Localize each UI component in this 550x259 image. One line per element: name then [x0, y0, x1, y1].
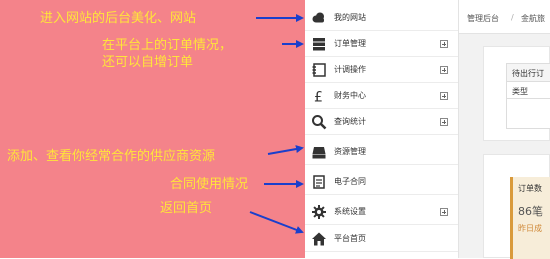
sidebar-item-statistics[interactable]: 查询统计	[305, 109, 458, 135]
order-count-value: 86笔	[518, 205, 543, 218]
notebook-icon	[312, 63, 326, 77]
annotation-contract: 合同使用情况	[170, 177, 249, 192]
sidebar-item-order-management[interactable]: 订单管理	[305, 31, 458, 57]
sidebar-item-label: 查询统计	[334, 117, 366, 126]
sidebar-item-my-site[interactable]: 我的网站	[305, 5, 458, 31]
order-count-card[interactable]: 订单数 86笔 昨日成	[510, 177, 550, 259]
breadcrumb-admin-link[interactable]: 管理后台	[467, 13, 499, 24]
database-icon	[312, 147, 326, 159]
sidebar-item-finance[interactable]: £ 财务中心	[305, 83, 458, 109]
pending-trips-table: 待出行订 类型	[506, 63, 550, 129]
server-icon	[313, 38, 325, 51]
expand-plus-icon[interactable]	[440, 66, 448, 74]
sidebar-item-resources[interactable]: 资源管理	[305, 139, 458, 165]
breadcrumb: 管理后台 / 金航旅	[459, 0, 550, 34]
annotation-orders-line2: 还可以自增订单	[102, 55, 194, 70]
sidebar-item-label: 我的网站	[334, 13, 366, 22]
contract-icon	[313, 175, 325, 189]
home-icon	[312, 232, 326, 246]
table-header-label: 待出行订	[512, 69, 544, 78]
order-count-title: 订单数	[518, 184, 542, 193]
cloud-icon	[312, 12, 324, 23]
arrow-to-resource-management	[267, 145, 304, 155]
table-row: 类型	[507, 82, 550, 99]
sidebar-item-label: 电子合同	[334, 177, 366, 186]
order-count-subtext: 昨日成	[518, 224, 542, 233]
sidebar-item-label: 资源管理	[334, 147, 366, 156]
annotation-resources: 添加、查看你经常合作的供应商资源	[7, 149, 216, 164]
search-icon	[312, 115, 327, 130]
annotation-home: 返回首页	[160, 201, 213, 216]
arrow-to-platform-home	[249, 211, 304, 234]
sidebar-item-platform-home[interactable]: 平台首页	[305, 226, 458, 252]
annotation-panel: 进入网站的后台美化、网站 在平台上的订单情况， 还可以自增订单 添加、查看你经常…	[0, 0, 305, 258]
sidebar-item-label: 平台首页	[334, 234, 366, 243]
table-header: 待出行订	[507, 64, 550, 82]
sidebar-item-label: 财务中心	[334, 91, 366, 100]
sidebar-item-label: 系统设置	[334, 207, 366, 216]
pending-trips-panel: 待出行订 类型	[483, 46, 550, 141]
main-content: 管理后台 / 金航旅 待出行订 类型 订单数 86笔 昨日成	[459, 0, 550, 259]
svg-text:£: £	[314, 90, 323, 105]
expand-plus-icon[interactable]	[440, 40, 448, 48]
annotation-orders-line1: 在平台上的订单情况，	[102, 38, 233, 53]
sidebar-item-settings[interactable]: 系统设置	[305, 199, 458, 225]
pound-icon: £	[314, 90, 323, 105]
expand-plus-icon[interactable]	[440, 92, 448, 100]
sidebar-item-operations[interactable]: 计调操作	[305, 57, 458, 83]
expand-plus-icon[interactable]	[440, 118, 448, 126]
gear-icon	[312, 205, 326, 219]
expand-plus-icon[interactable]	[440, 208, 448, 216]
sidebar-item-e-contract[interactable]: 电子合同	[305, 169, 458, 195]
breadcrumb-current: 金航旅	[521, 14, 545, 23]
order-stats-panel: 订单数 86笔 昨日成	[483, 154, 550, 259]
breadcrumb-separator: /	[511, 13, 514, 22]
annotation-my-site: 进入网站的后台美化、网站	[40, 11, 197, 26]
sidebar-nav: 我的网站 订单管理 计调操作 £ 财务中心 查询统计 资源管理 电子合同 系统设…	[305, 0, 459, 258]
sidebar-item-label: 订单管理	[334, 39, 366, 48]
sidebar-item-label: 计调操作	[334, 65, 366, 74]
column-type-label: 类型	[512, 87, 528, 96]
